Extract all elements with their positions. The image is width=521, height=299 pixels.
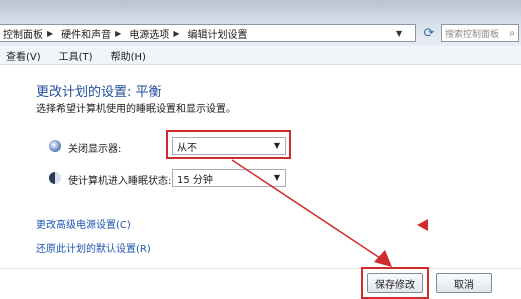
menu-item-help[interactable]: 帮助(H) <box>111 48 146 63</box>
breadcrumb-item-hardware-sound[interactable]: 硬件和声音 <box>61 26 111 41</box>
advanced-settings-link[interactable]: 更改高级电源设置(C) <box>36 216 131 231</box>
sleep-label: 使计算机进入睡眠状态: <box>68 176 172 187</box>
highlight-box <box>166 130 291 159</box>
menu-item-tools[interactable]: 工具(T) <box>59 48 93 63</box>
cancel-button-label: 取消 <box>454 279 474 291</box>
menu-item-view[interactable]: 查看(V) <box>6 48 41 63</box>
chevron-down-icon[interactable]: ▼ <box>396 29 402 38</box>
main-content: 更改计划的设置: 平衡 选择希望计算机使用的睡眠设置和显示设置。 关闭显示器: … <box>0 64 521 299</box>
display-off-label: 关闭显示器: <box>68 144 122 155</box>
breadcrumb[interactable]: 控制面板 ▶ 硬件和声音 ▶ 电源选项 ▶ 编辑计划设置 ▼ <box>0 24 416 42</box>
sleep-select[interactable]: 15 分钟 ▼ <box>172 169 286 187</box>
chevron-right-icon[interactable]: ▶ <box>115 29 121 38</box>
search-icon[interactable]: ⌕ <box>509 28 515 39</box>
sleep-value: 15 分钟 <box>177 174 213 186</box>
page-title: 更改计划的设置: 平衡 <box>36 85 162 100</box>
sleep-icon <box>49 172 61 184</box>
search-placeholder: 搜索控制面板 <box>445 29 500 40</box>
breadcrumb-item-edit-plan-settings[interactable]: 编辑计划设置 <box>187 26 247 41</box>
breadcrumb-item-power-options[interactable]: 电源选项 <box>129 26 169 41</box>
menu-bar: 查看(V) 工具(T) 帮助(H) <box>0 46 521 65</box>
page-subtitle: 选择希望计算机使用的睡眠设置和显示设置。 <box>36 104 236 115</box>
search-input[interactable]: 搜索控制面板 ⌕ <box>441 24 519 42</box>
display-icon <box>49 140 61 152</box>
highlight-box <box>361 267 429 299</box>
address-bar: 控制面板 ▶ 硬件和声音 ▶ 电源选项 ▶ 编辑计划设置 ▼ ⟳ 搜索控制面板 … <box>0 0 521 46</box>
divider <box>0 268 521 269</box>
restore-defaults-link[interactable]: 还原此计划的默认设置(R) <box>36 240 151 255</box>
refresh-icon[interactable]: ⟳ <box>420 24 438 42</box>
breadcrumb-item-control-panel[interactable]: 控制面板 <box>3 26 43 41</box>
chevron-right-icon[interactable]: ▶ <box>173 29 179 38</box>
cancel-button[interactable]: 取消 <box>436 273 492 293</box>
chevron-down-icon: ▼ <box>273 173 280 182</box>
chevron-right-icon[interactable]: ▶ <box>47 29 53 38</box>
